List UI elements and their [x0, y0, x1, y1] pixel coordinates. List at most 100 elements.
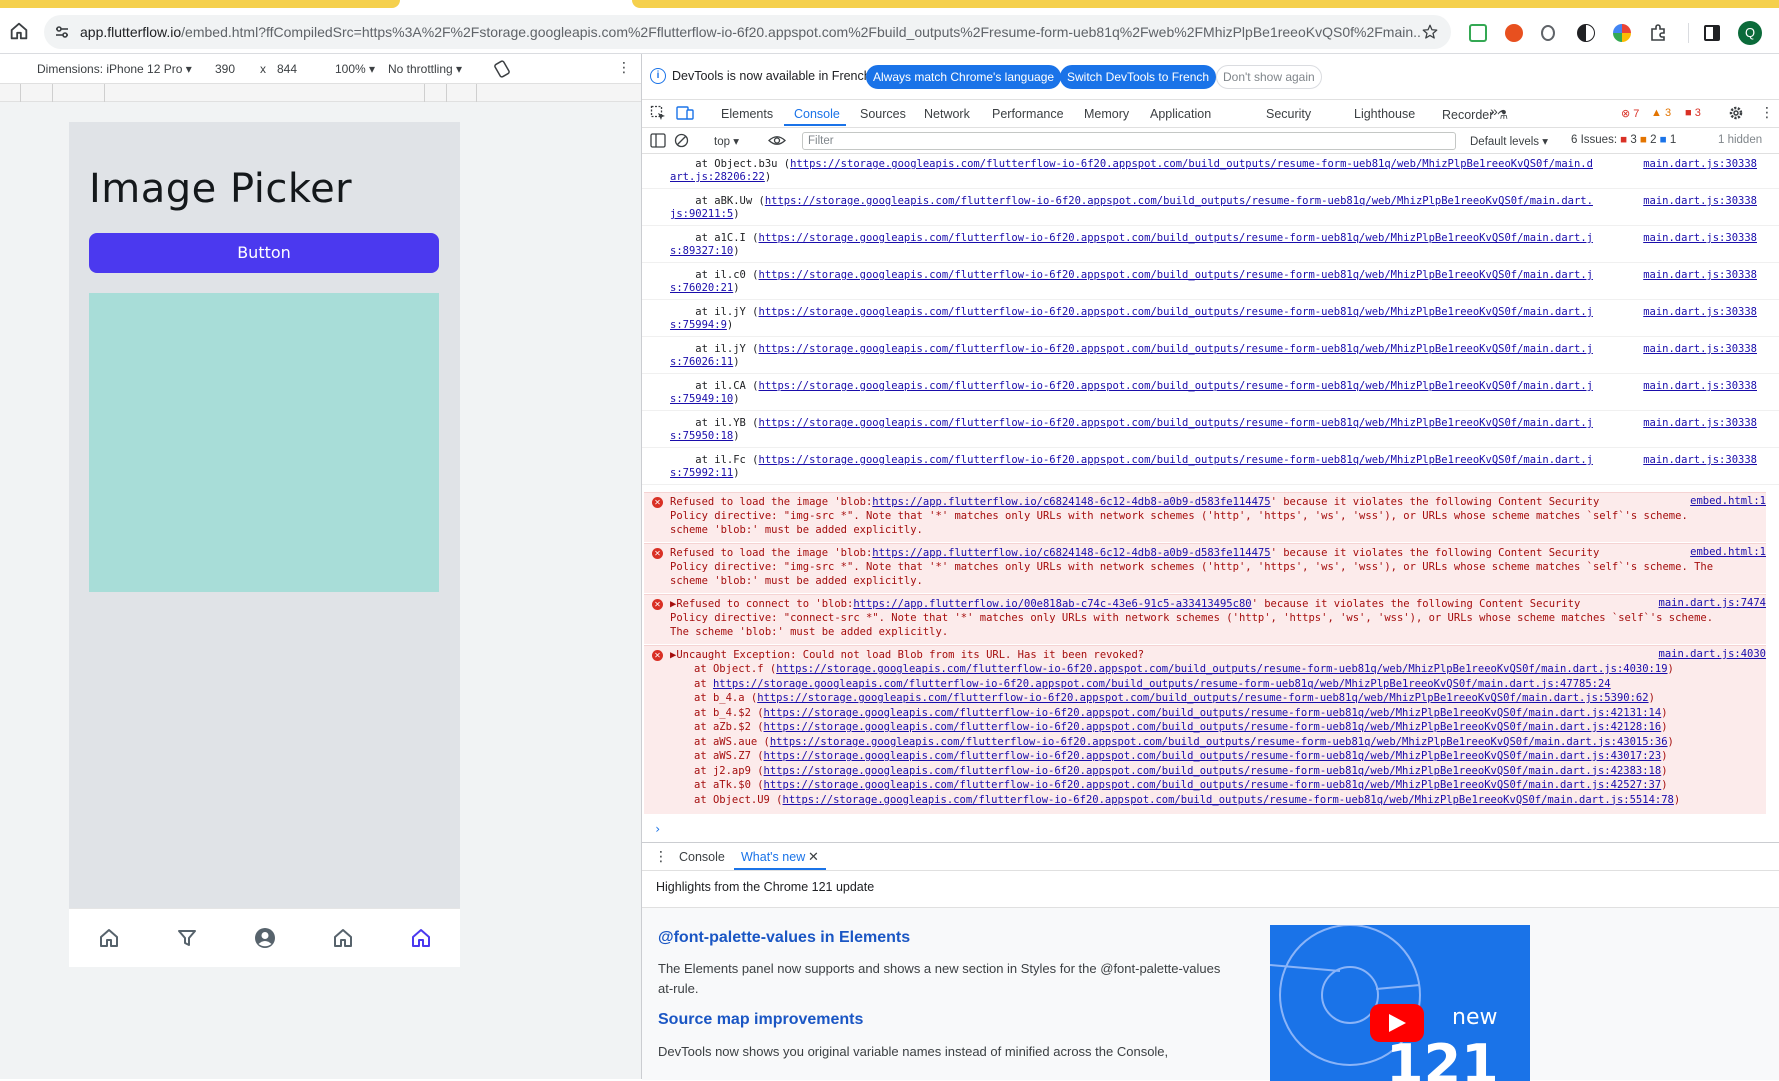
trace-url[interactable]: https://storage.googleapis.com/flutterfl…	[759, 232, 1593, 244]
inspect-element-icon[interactable]	[650, 105, 666, 121]
close-tab-icon[interactable]: ✕	[808, 849, 819, 865]
blob-url-link[interactable]: https://app.flutterflow.io/c6824148-6c12…	[872, 496, 1270, 508]
throttling-select[interactable]: No throttling ▾	[388, 62, 462, 76]
extension-bulb-icon[interactable]	[1541, 25, 1555, 41]
stack-url-link[interactable]: https://storage.googleapis.com/flutterfl…	[770, 736, 1668, 748]
omnibox[interactable]: app.flutterflow.io/embed.html?ffCompiled…	[44, 15, 1451, 49]
stack-url-link[interactable]: https://storage.googleapis.com/flutterfl…	[764, 707, 1662, 719]
zoom-select[interactable]: 100% ▾	[335, 62, 375, 76]
stack-url-link[interactable]: https://storage.googleapis.com/flutterfl…	[764, 750, 1662, 762]
live-expression-eye-icon[interactable]	[768, 134, 786, 147]
source-link[interactable]: main.dart.js:30338	[1643, 380, 1757, 392]
tab-sources[interactable]: Sources	[860, 107, 906, 121]
feature-heading-source-maps[interactable]: Source map improvements	[658, 1011, 863, 1029]
exception-source-link[interactable]: main.dart.js:4030	[1659, 648, 1766, 660]
stack-url-link[interactable]: https://storage.googleapis.com/flutterfl…	[764, 721, 1662, 733]
home-icon[interactable]	[8, 20, 30, 42]
source-link[interactable]: main.dart.js:30338	[1643, 343, 1757, 355]
error-source-link[interactable]: embed.html:1	[1690, 546, 1766, 558]
trace-url-continued[interactable]: s:76026:11	[670, 356, 733, 368]
extension-color-icon[interactable]	[1613, 24, 1631, 42]
console-prompt[interactable]: ›	[654, 822, 661, 836]
console-filter-input[interactable]: Filter	[802, 132, 1456, 150]
trace-url[interactable]: https://storage.googleapis.com/flutterfl…	[759, 343, 1593, 355]
exception-title[interactable]: ▶Uncaught Exception: Could not load Blob…	[670, 648, 1144, 662]
tab-lighthouse[interactable]: Lighthouse	[1354, 107, 1415, 121]
video-thumbnail[interactable]: new 121	[1270, 925, 1530, 1081]
drawer-tab-whats-new[interactable]: What's new	[741, 850, 805, 864]
trace-url[interactable]: https://storage.googleapis.com/flutterfl…	[759, 306, 1593, 318]
issues-summary[interactable]: 6 Issues: ■ 3 ■ 2 ■ 1	[1571, 134, 1676, 146]
filter-icon[interactable]	[175, 926, 199, 950]
trace-url-continued[interactable]: s:75949:10	[670, 393, 733, 405]
trace-url[interactable]: https://storage.googleapis.com/flutterfl…	[765, 195, 1593, 207]
dark-mode-icon[interactable]	[1577, 24, 1595, 42]
context-select[interactable]: top ▾	[714, 134, 739, 148]
trace-url[interactable]: https://storage.googleapis.com/flutterfl…	[790, 158, 1593, 170]
tab-console[interactable]: Console	[794, 107, 840, 121]
home-icon[interactable]	[97, 926, 121, 950]
source-link[interactable]: main.dart.js:30338	[1643, 306, 1757, 318]
device-height-input[interactable]: 844	[277, 62, 297, 76]
stack-url-link[interactable]: https://storage.googleapis.com/flutterfl…	[713, 678, 1611, 690]
stack-url-link[interactable]: https://storage.googleapis.com/flutterfl…	[757, 692, 1648, 704]
home-icon[interactable]	[409, 926, 433, 950]
trace-url-continued[interactable]: s:75950:18	[670, 430, 733, 442]
bookmark-star-icon[interactable]	[1421, 23, 1439, 41]
rotate-icon[interactable]	[493, 60, 511, 78]
sidebar-toggle-icon[interactable]	[650, 133, 666, 148]
extension-orange-icon[interactable]	[1505, 24, 1523, 42]
drawer-tab-console[interactable]: Console	[679, 850, 725, 864]
tab-elements[interactable]: Elements	[721, 107, 773, 121]
tab-memory[interactable]: Memory	[1084, 107, 1129, 121]
trace-url[interactable]: https://storage.googleapis.com/flutterfl…	[759, 454, 1593, 466]
tab-security[interactable]: Security	[1266, 107, 1311, 121]
trace-url-continued[interactable]: s:75994:9	[670, 319, 727, 331]
settings-gear-icon[interactable]	[1728, 105, 1744, 121]
log-levels-select[interactable]: Default levels ▾	[1470, 134, 1548, 148]
trace-url-continued[interactable]: s:89327:10	[670, 245, 733, 257]
device-dimensions-select[interactable]: Dimensions: iPhone 12 Pro ▾	[37, 62, 192, 76]
feature-heading-font-palette[interactable]: @font-palette-values in Elements	[658, 929, 910, 947]
url-text[interactable]: app.flutterflow.io/embed.html?ffCompiled…	[80, 24, 1420, 40]
trace-url[interactable]: https://storage.googleapis.com/flutterfl…	[759, 417, 1593, 429]
account-circle-icon[interactable]	[253, 926, 277, 950]
more-tabs-button[interactable]: »	[1490, 103, 1498, 119]
device-width-input[interactable]: 390	[215, 62, 235, 76]
extension-sheets-icon[interactable]	[1469, 24, 1487, 42]
home-icon[interactable]	[331, 926, 355, 950]
error-source-link[interactable]: main.dart.js:7474	[1659, 597, 1766, 609]
blob-url-link[interactable]: https://app.flutterflow.io/00e818ab-c74c…	[853, 598, 1251, 610]
profile-avatar[interactable]: Q	[1738, 21, 1762, 45]
stack-url-link[interactable]: https://storage.googleapis.com/flutterfl…	[783, 794, 1674, 806]
dont-show-again-button[interactable]: Don't show again	[1216, 65, 1322, 89]
switch-to-french-button[interactable]: Switch DevTools to French	[1060, 65, 1217, 89]
extensions-puzzle-icon[interactable]	[1649, 24, 1667, 42]
clear-console-icon[interactable]	[674, 133, 689, 148]
trace-url[interactable]: https://storage.googleapis.com/flutterfl…	[759, 380, 1593, 392]
source-link[interactable]: main.dart.js:30338	[1643, 269, 1757, 281]
blob-url-link[interactable]: https://app.flutterflow.io/c6824148-6c12…	[872, 547, 1270, 559]
always-match-language-button[interactable]: Always match Chrome's language	[866, 65, 1062, 89]
more-options-icon[interactable]: ⋮	[617, 59, 631, 76]
warning-count-badge[interactable]: ▲ 3	[1651, 107, 1671, 119]
source-link[interactable]: main.dart.js:30338	[1643, 195, 1757, 207]
issue-count-badge[interactable]: ■ 3	[1685, 107, 1701, 119]
site-settings-icon[interactable]	[54, 24, 70, 40]
trace-url-continued[interactable]: s:75992:11	[670, 467, 733, 479]
drawer-menu-icon[interactable]: ⋮	[654, 848, 668, 865]
trace-url-continued[interactable]: art.js:28206:22	[670, 171, 765, 183]
side-panel-icon[interactable]	[1704, 25, 1720, 41]
source-link[interactable]: main.dart.js:30338	[1643, 232, 1757, 244]
tab-network[interactable]: Network	[924, 107, 970, 121]
devtools-menu-icon[interactable]: ⋮	[1760, 104, 1774, 121]
pick-image-button[interactable]: Button	[89, 233, 439, 273]
stack-url-link[interactable]: https://storage.googleapis.com/flutterfl…	[776, 663, 1667, 675]
trace-url[interactable]: https://storage.googleapis.com/flutterfl…	[759, 269, 1593, 281]
error-count-badge[interactable]: ⊗ 7	[1621, 107, 1639, 120]
tab-performance[interactable]: Performance	[992, 107, 1064, 121]
source-link[interactable]: main.dart.js:30338	[1643, 158, 1757, 170]
stack-url-link[interactable]: https://storage.googleapis.com/flutterfl…	[764, 765, 1662, 777]
tab-recorder[interactable]: Recorder ⚗	[1442, 107, 1508, 122]
source-link[interactable]: main.dart.js:30338	[1643, 454, 1757, 466]
